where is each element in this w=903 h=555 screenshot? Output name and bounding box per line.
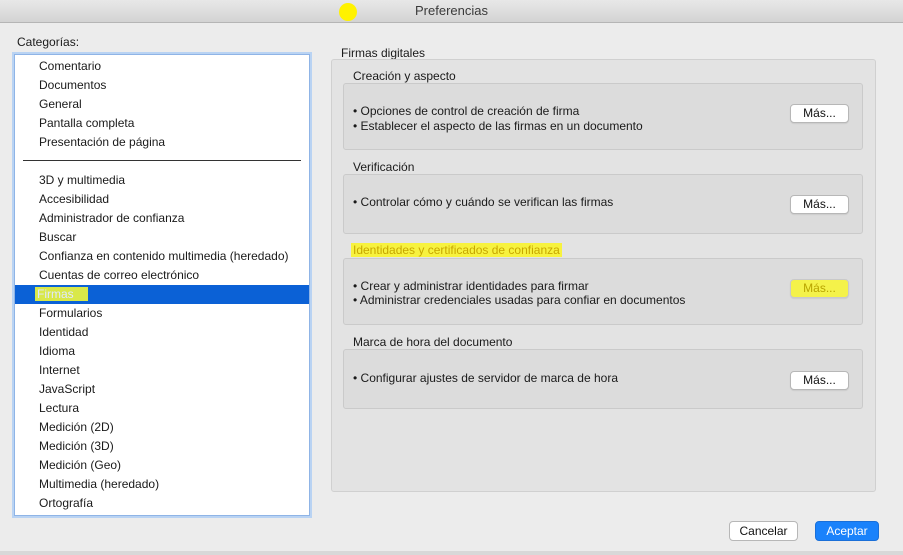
section-line: • Opciones de control de creación de fir…: [353, 104, 580, 118]
category-item-lectura[interactable]: Lectura: [15, 399, 309, 418]
window-title: Preferencias: [415, 3, 488, 18]
identidades-more-button[interactable]: Más...: [790, 279, 849, 298]
category-item-cuentas-correo[interactable]: Cuentas de correo electrónico: [15, 266, 309, 285]
cancel-button[interactable]: Cancelar: [729, 521, 798, 541]
category-item-documentos[interactable]: Documentos: [15, 76, 309, 95]
category-item-general[interactable]: General: [15, 95, 309, 114]
panel-title: Firmas digitales: [341, 46, 426, 60]
cursor-highlight: [339, 3, 357, 21]
category-item-buscar[interactable]: Buscar: [15, 228, 309, 247]
category-item-comentario[interactable]: Comentario: [15, 57, 309, 76]
category-item-pantalla-completa[interactable]: Pantalla completa: [15, 114, 309, 133]
category-item-administrador-confianza[interactable]: Administrador de confianza: [15, 209, 309, 228]
category-item-medicion-3d[interactable]: Medición (3D): [15, 437, 309, 456]
categories-list[interactable]: Comentario Documentos General Pantalla c…: [14, 54, 310, 516]
section-line: • Administrar credenciales usadas para c…: [353, 293, 686, 307]
category-item-3d-multimedia[interactable]: 3D y multimedia: [15, 171, 309, 190]
category-item-medicion-2d[interactable]: Medición (2D): [15, 418, 309, 437]
section-line: • Controlar cómo y cuándo se verifican l…: [353, 195, 614, 209]
category-item-multimedia-heredado[interactable]: Multimedia (heredado): [15, 475, 309, 494]
window-bottom-edge: [0, 551, 903, 555]
title-bar: Preferencias: [0, 0, 903, 23]
marca-hora-more-button[interactable]: Más...: [790, 371, 849, 390]
category-divider: [23, 160, 301, 161]
accept-button[interactable]: Aceptar: [815, 521, 879, 541]
category-item-formularios[interactable]: Formularios: [15, 304, 309, 323]
category-item-firmas-label: Firmas: [35, 287, 88, 301]
category-item-idioma[interactable]: Idioma: [15, 342, 309, 361]
section-title-marca-hora: Marca de hora del documento: [353, 335, 513, 349]
verificacion-more-button[interactable]: Más...: [790, 195, 849, 214]
category-item-firmas[interactable]: Firmas: [15, 285, 309, 304]
creacion-more-button[interactable]: Más...: [790, 104, 849, 123]
category-item-confianza-multimedia[interactable]: Confianza en contenido multimedia (hered…: [15, 247, 309, 266]
section-title-verificacion: Verificación: [353, 160, 415, 174]
section-line: • Establecer el aspecto de las firmas en…: [353, 119, 643, 133]
categories-label: Categorías:: [17, 35, 80, 49]
section-title-identidades: Identidades y certificados de confianza: [351, 243, 562, 257]
category-item-accesibilidad[interactable]: Accesibilidad: [15, 190, 309, 209]
section-line: • Crear y administrar identidades para f…: [353, 279, 589, 293]
section-line: • Configurar ajustes de servidor de marc…: [353, 371, 619, 385]
category-item-internet[interactable]: Internet: [15, 361, 309, 380]
category-item-medicion-geo[interactable]: Medición (Geo): [15, 456, 309, 475]
category-item-ortografia[interactable]: Ortografía: [15, 494, 309, 513]
section-title-creacion: Creación y aspecto: [353, 69, 456, 83]
category-item-javascript[interactable]: JavaScript: [15, 380, 309, 399]
category-item-presentacion-pagina[interactable]: Presentación de página: [15, 133, 309, 152]
category-item-identidad[interactable]: Identidad: [15, 323, 309, 342]
